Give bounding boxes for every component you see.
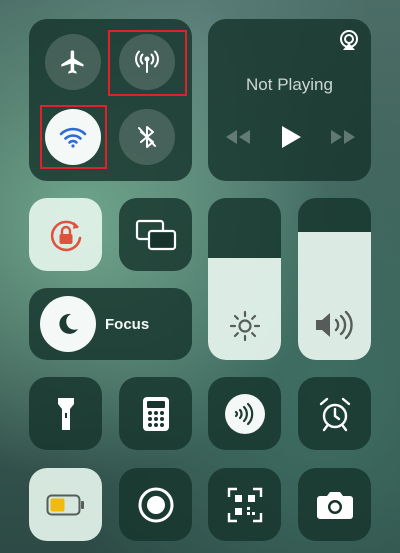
tap-to-pay-button[interactable] [208, 377, 281, 450]
moon-icon [59, 313, 78, 334]
rotation-lock-icon [50, 220, 81, 251]
brightness-slider[interactable] [208, 198, 281, 360]
focus-label: Focus [105, 316, 150, 333]
cellular-data-toggle[interactable] [119, 34, 175, 90]
code-scanner-button[interactable] [208, 468, 281, 541]
volume-fill [298, 232, 371, 360]
antenna-icon [135, 50, 159, 73]
screen-mirroring-icon [135, 219, 176, 250]
calculator-icon [142, 396, 169, 431]
now-playing-panel[interactable]: Not Playing [208, 19, 371, 181]
camera-icon [316, 491, 353, 519]
rewind-icon[interactable] [225, 129, 251, 145]
screen-recording-button[interactable] [119, 468, 192, 541]
record-icon [138, 487, 173, 522]
low-power-mode-button[interactable] [29, 468, 102, 541]
wifi-icon [59, 127, 87, 148]
speaker-icon [315, 310, 353, 340]
airplane-mode-toggle[interactable] [45, 34, 101, 90]
orientation-lock-toggle[interactable] [29, 198, 102, 271]
brightness-fill [208, 257, 281, 360]
play-icon[interactable] [280, 125, 302, 149]
camera-button[interactable] [298, 468, 371, 541]
volume-slider[interactable] [298, 198, 371, 360]
focus-button[interactable]: Focus [29, 288, 192, 360]
sun-icon [229, 310, 260, 342]
flashlight-button[interactable] [29, 377, 102, 450]
alarm-clock-icon [319, 397, 350, 431]
qr-code-icon [227, 487, 262, 522]
calculator-button[interactable] [119, 377, 192, 450]
contactless-icon [234, 402, 253, 425]
wifi-toggle[interactable] [45, 109, 101, 165]
screen-mirroring-toggle[interactable] [119, 198, 192, 271]
flashlight-icon [57, 397, 74, 430]
alarm-button[interactable] [298, 377, 371, 450]
focus-icon-circle [40, 296, 96, 352]
airplay-icon[interactable] [337, 29, 361, 51]
fast-forward-icon[interactable] [330, 129, 356, 145]
battery-icon [46, 494, 84, 515]
bluetooth-icon [138, 126, 156, 148]
now-playing-title: Not Playing [246, 75, 333, 94]
connectivity-panel [29, 19, 192, 181]
bluetooth-toggle[interactable] [119, 109, 175, 165]
airplane-icon [61, 50, 84, 74]
